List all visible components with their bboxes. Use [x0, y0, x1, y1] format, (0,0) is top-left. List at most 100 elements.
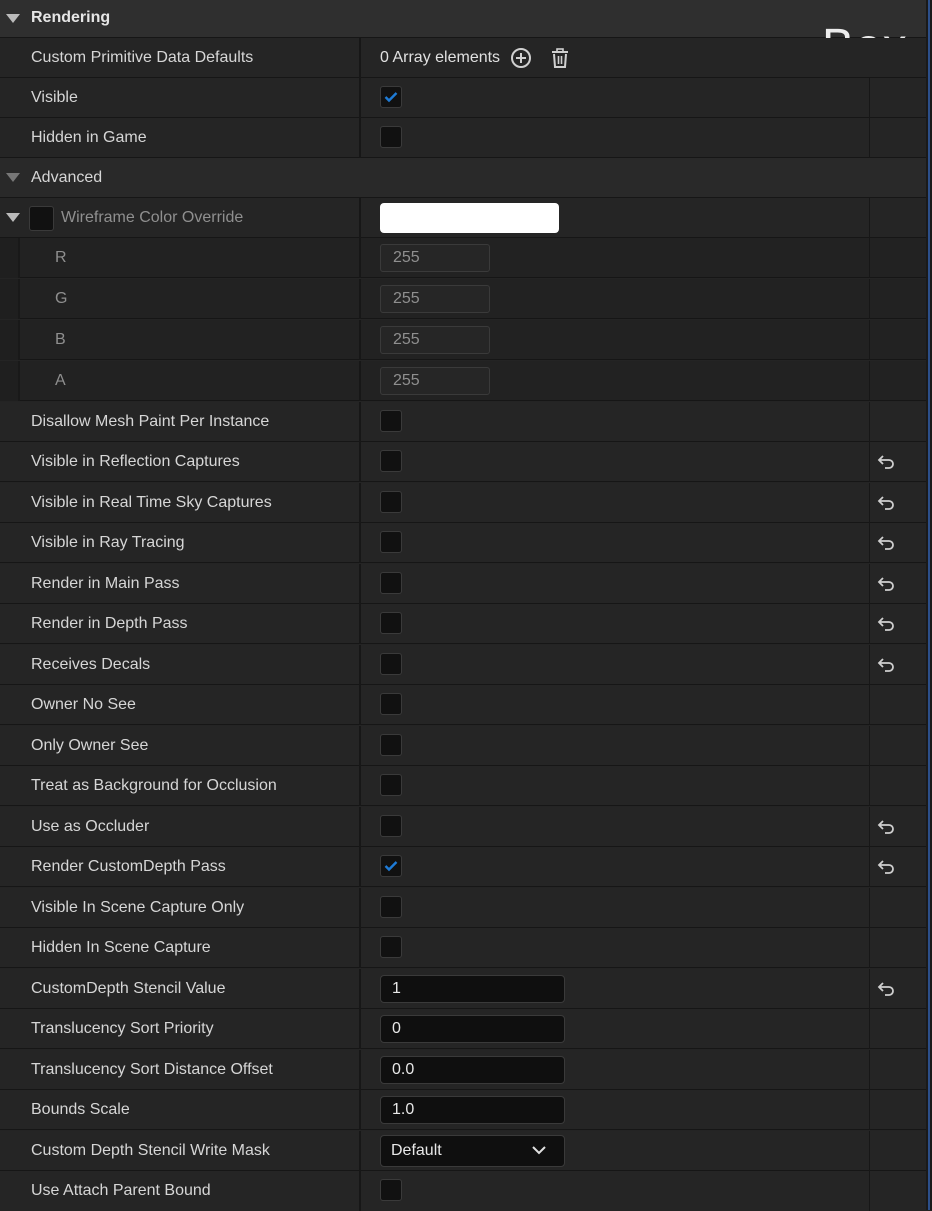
channel-row-b: B 255	[0, 320, 926, 360]
reset-to-default-icon[interactable]	[877, 858, 895, 876]
prop-label: Bounds Scale	[31, 1101, 130, 1118]
reset-column	[869, 726, 870, 766]
use-attach-parent-bound-checkbox[interactable]	[380, 1179, 402, 1201]
prop-label: Visible In Scene Capture Only	[31, 899, 245, 916]
collapse-caret-icon[interactable]	[6, 173, 20, 182]
dropdown-value: Default	[391, 1142, 442, 1159]
reset-column	[869, 78, 870, 118]
reset-to-default-icon[interactable]	[877, 494, 895, 512]
prop-label: Disallow Mesh Paint Per Instance	[31, 413, 270, 430]
hidden-in-game-checkbox[interactable]	[380, 126, 402, 148]
reset-column	[869, 1009, 870, 1049]
receives-decals-checkbox[interactable]	[380, 653, 402, 675]
section-rendering[interactable]: Rendering	[0, 0, 926, 38]
reset-to-default-icon[interactable]	[877, 615, 895, 633]
column-divider	[359, 969, 361, 1009]
column-divider	[359, 1050, 361, 1090]
treat-background-occlusion-checkbox[interactable]	[380, 774, 402, 796]
prop-render-customdepth: Render CustomDepth Pass	[0, 847, 926, 887]
reset-to-default-icon[interactable]	[877, 980, 895, 998]
column-divider	[359, 320, 361, 360]
column-divider	[359, 38, 361, 78]
prop-use-as-occluder: Use as Occluder	[0, 807, 926, 847]
prop-visible-realtime-sky: Visible in Real Time Sky Captures	[0, 483, 926, 523]
section-advanced[interactable]: Advanced	[0, 158, 926, 198]
prop-label: Render in Depth Pass	[31, 615, 188, 632]
channel-row-a: A 255	[0, 361, 926, 401]
column-divider	[359, 279, 361, 319]
wireframe-override-checkbox[interactable]	[29, 206, 54, 231]
reset-column	[869, 604, 870, 644]
translucency-sort-distance-input[interactable]: 0.0	[380, 1056, 565, 1084]
visible-ray-tracing-checkbox[interactable]	[380, 531, 402, 553]
reset-column	[869, 888, 870, 928]
hidden-scene-capture-checkbox[interactable]	[380, 936, 402, 958]
panel-scroll-edge	[926, 0, 932, 1210]
column-divider	[359, 928, 361, 968]
translucency-sort-priority-input[interactable]: 0	[380, 1015, 565, 1043]
wireframe-color-swatch[interactable]	[380, 203, 559, 233]
visible-checkbox[interactable]	[380, 86, 402, 108]
bounds-scale-input[interactable]: 1.0	[380, 1096, 565, 1124]
chevron-down-icon	[532, 1146, 546, 1155]
customdepth-stencil-input[interactable]: 1	[380, 975, 565, 1003]
collapse-caret-icon[interactable]	[6, 14, 20, 23]
prop-treat-background-occlusion: Treat as Background for Occlusion	[0, 766, 926, 806]
prop-translucency-sort-priority: Translucency Sort Priority 0	[0, 1009, 926, 1049]
reset-to-default-icon[interactable]	[877, 534, 895, 552]
reset-column	[869, 564, 870, 604]
visible-reflection-captures-checkbox[interactable]	[380, 450, 402, 472]
only-owner-see-checkbox[interactable]	[380, 734, 402, 756]
prop-only-owner-see: Only Owner See	[0, 726, 926, 766]
prop-label: Visible in Reflection Captures	[31, 453, 240, 470]
column-divider	[359, 78, 361, 118]
prop-label: CustomDepth Stencil Value	[31, 980, 226, 997]
column-divider	[359, 766, 361, 806]
reset-column	[869, 1090, 870, 1130]
visible-realtime-sky-checkbox[interactable]	[380, 491, 402, 513]
prop-receives-decals: Receives Decals	[0, 645, 926, 685]
render-main-pass-checkbox[interactable]	[380, 572, 402, 594]
prop-hidden-in-game: Hidden in Game	[0, 118, 926, 158]
prop-use-attach-parent-bound: Use Attach Parent Bound	[0, 1171, 926, 1211]
reset-column	[869, 442, 870, 482]
prop-label: Visible in Real Time Sky Captures	[31, 494, 272, 511]
reset-column	[869, 198, 870, 238]
indent-bar	[0, 320, 20, 360]
reset-column	[869, 118, 870, 158]
owner-no-see-checkbox[interactable]	[380, 693, 402, 715]
channel-b-input[interactable]: 255	[380, 326, 490, 354]
render-depth-pass-checkbox[interactable]	[380, 612, 402, 634]
disallow-mesh-paint-checkbox[interactable]	[380, 410, 402, 432]
channel-label: G	[55, 290, 68, 307]
column-divider	[359, 604, 361, 644]
column-divider	[359, 888, 361, 928]
reset-column	[869, 969, 870, 1009]
trash-icon[interactable]	[549, 47, 571, 69]
channel-row-g: G 255	[0, 279, 926, 319]
reset-to-default-icon[interactable]	[877, 818, 895, 836]
reset-to-default-icon[interactable]	[877, 453, 895, 471]
visible-scene-capture-only-checkbox[interactable]	[380, 896, 402, 918]
reset-to-default-icon[interactable]	[877, 656, 895, 674]
prop-stencil-write-mask: Custom Depth Stencil Write Mask Default	[0, 1131, 926, 1171]
channel-r-input[interactable]: 255	[380, 244, 490, 272]
indent-bar	[0, 238, 20, 278]
checkmark-icon	[384, 92, 398, 103]
prop-owner-no-see: Owner No See	[0, 685, 926, 725]
prop-render-main-pass: Render in Main Pass	[0, 564, 926, 604]
stencil-write-mask-dropdown[interactable]: Default	[380, 1135, 565, 1167]
render-customdepth-checkbox[interactable]	[380, 855, 402, 877]
reset-to-default-icon[interactable]	[877, 575, 895, 593]
prop-custom-primitive-data: Custom Primitive Data Defaults 0 Array e…	[0, 38, 926, 78]
reset-column	[869, 928, 870, 968]
expand-caret-icon[interactable]	[6, 213, 20, 222]
channel-g-input[interactable]: 255	[380, 285, 490, 313]
use-as-occluder-checkbox[interactable]	[380, 815, 402, 837]
add-element-icon[interactable]	[510, 47, 532, 69]
reset-column	[869, 483, 870, 523]
prop-label: Hidden in Game	[31, 129, 147, 146]
column-divider	[359, 118, 361, 158]
column-divider	[359, 361, 361, 401]
channel-a-input[interactable]: 255	[380, 367, 490, 395]
